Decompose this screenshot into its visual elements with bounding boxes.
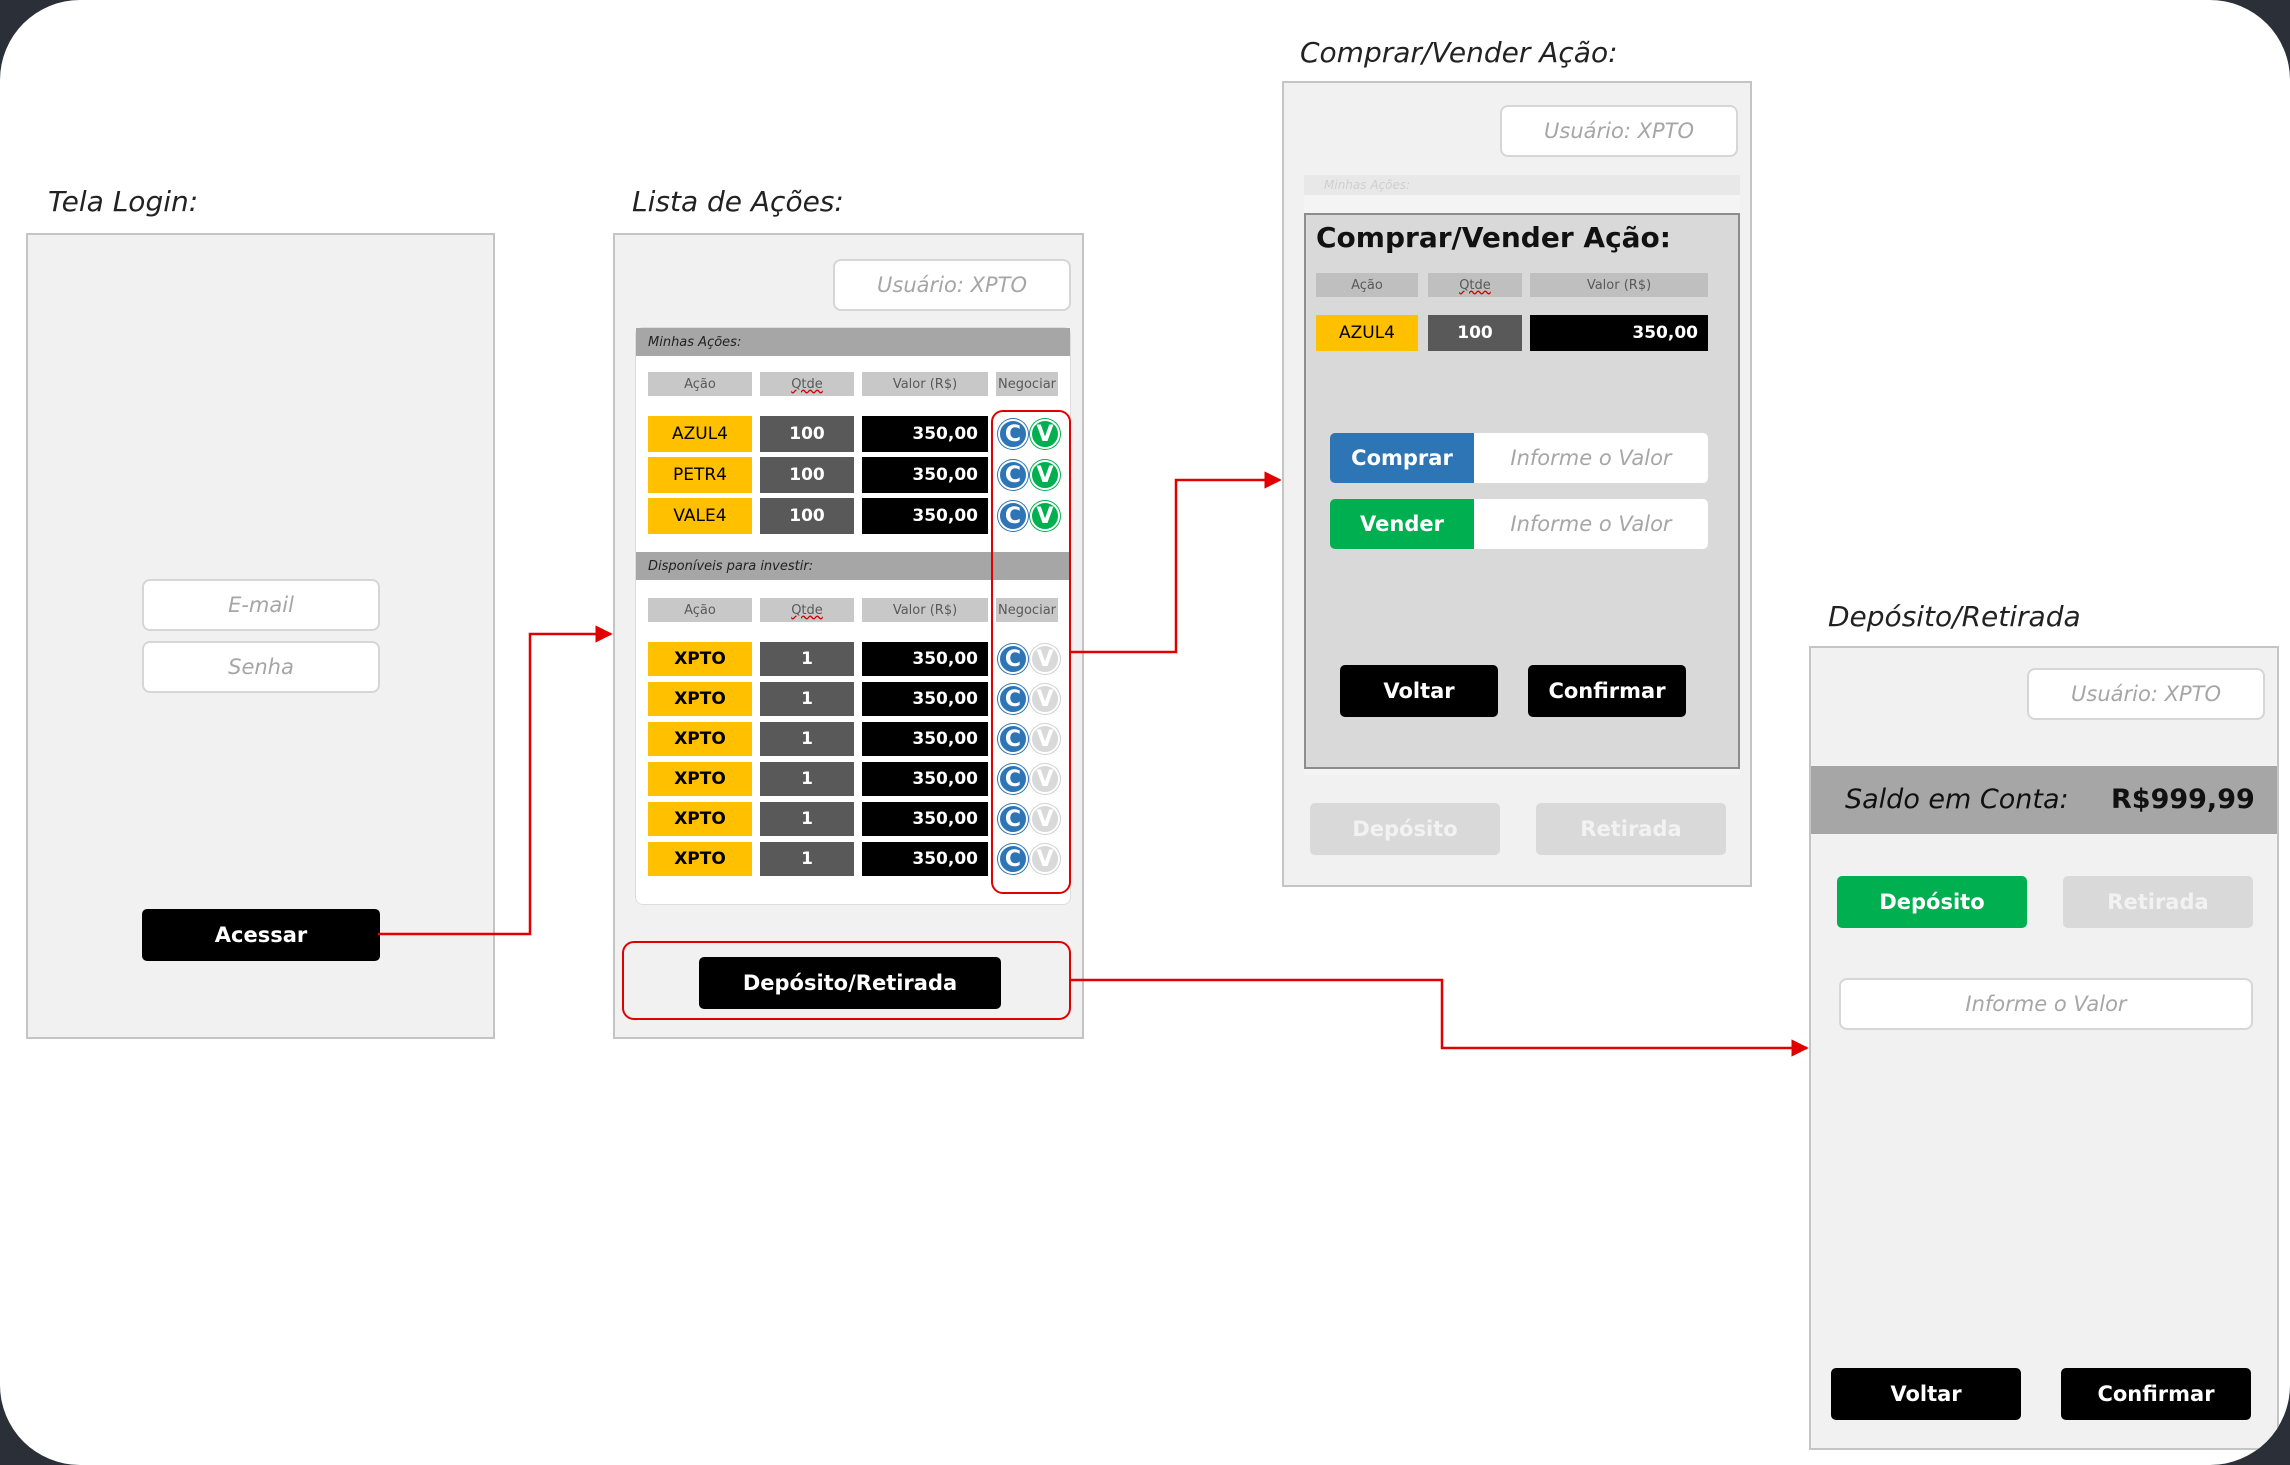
arrow-list-to-trade [1071,471,1282,654]
flow-arrows [378,471,1809,1057]
flow-canvas: Tela Login: E-mail Senha Acessar Lista d… [0,0,2290,1465]
arrow-list-to-deposit [1071,978,1809,1057]
arrow-login-to-list [378,625,613,936]
